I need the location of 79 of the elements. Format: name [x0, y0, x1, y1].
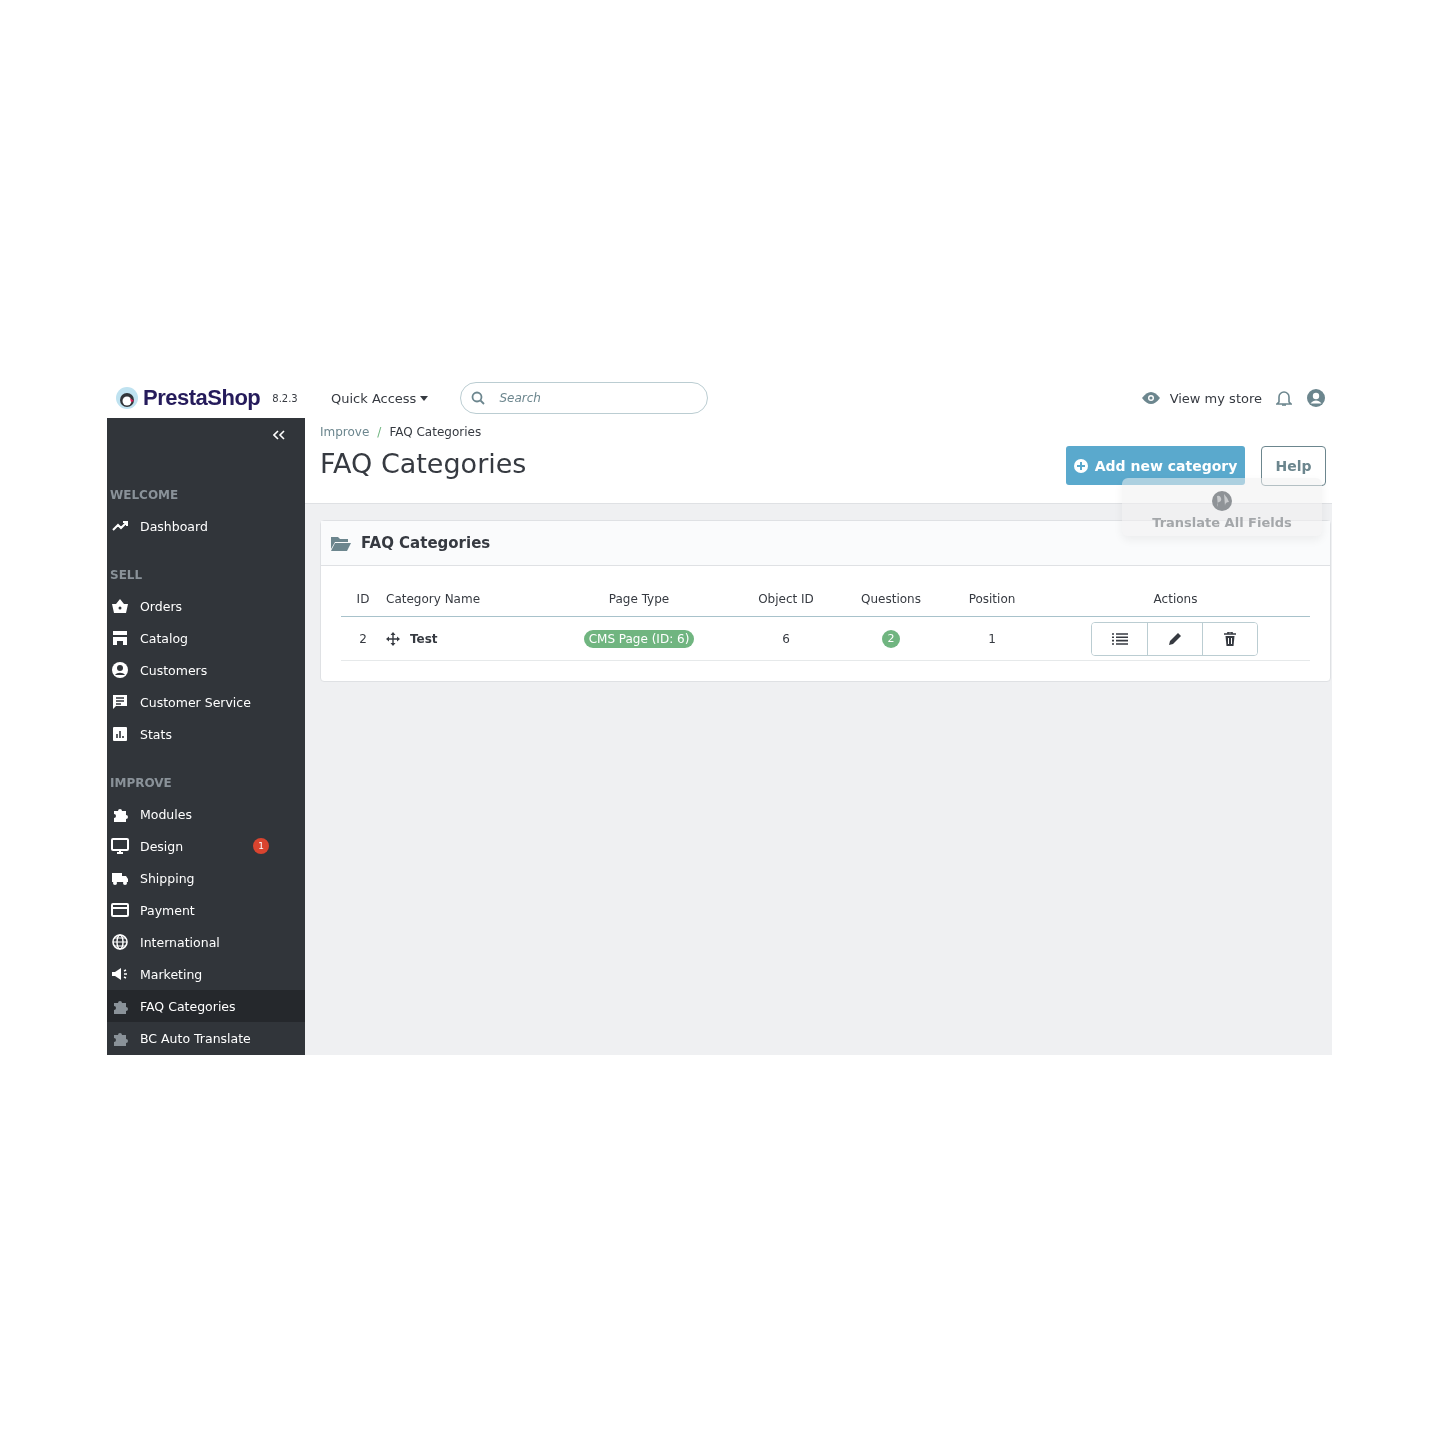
- user-icon: [111, 661, 129, 679]
- sidebar-label: Modules: [140, 806, 192, 822]
- search-icon: [471, 391, 486, 405]
- section-title: WELCOME: [110, 488, 179, 502]
- sidebar-item[interactable]: Design 1: [107, 830, 305, 862]
- store-icon: [111, 629, 129, 647]
- sidebar-item[interactable]: FAQ Categories: [107, 990, 305, 1022]
- translate-label: Translate All Fields: [1152, 515, 1292, 530]
- chart-icon: [111, 725, 129, 743]
- column-header: Questions: [861, 592, 921, 606]
- section-title: IMPROVE: [110, 776, 172, 790]
- breadcrumb-item: FAQ Categories: [389, 425, 482, 439]
- sidebar-item[interactable]: Orders: [107, 590, 305, 622]
- sidebar-item[interactable]: Customers: [107, 654, 305, 686]
- page-title: FAQ Categories: [320, 448, 527, 479]
- breadcrumb-separator: /: [377, 425, 382, 439]
- sidebar-label: Stats: [140, 726, 172, 742]
- table-cell: 6: [782, 631, 790, 646]
- delete-button[interactable]: [1202, 622, 1257, 655]
- sidebar-item[interactable]: Dashboard: [107, 510, 305, 542]
- sidebar-label: Shipping: [140, 870, 195, 886]
- megaphone-icon: [111, 965, 129, 983]
- folder-icon: [331, 535, 351, 551]
- column-header: Category Name: [386, 592, 481, 606]
- eye-icon: [1141, 392, 1160, 404]
- pencil-icon: [1168, 631, 1182, 646]
- sidebar-item[interactable]: Stats: [107, 718, 305, 750]
- version-label: 8.2.3: [272, 392, 298, 404]
- bell-icon[interactable]: [1276, 389, 1292, 407]
- panel-title: FAQ Categories: [361, 534, 491, 552]
- sidebar-item[interactable]: BC Auto Translate: [107, 1022, 305, 1054]
- sidebar-label: Design: [140, 838, 184, 854]
- column-header: Position: [968, 592, 1016, 606]
- sidebar-item[interactable]: Catalog: [107, 622, 305, 654]
- sidebar-item[interactable]: Marketing: [107, 958, 305, 990]
- sidebar-item[interactable]: Shipping: [107, 862, 305, 894]
- table-cell: 2: [359, 631, 367, 646]
- page-type-badge: CMS Page (ID: 6): [583, 629, 695, 648]
- trash-icon: [1224, 631, 1236, 646]
- basket-icon: [111, 597, 129, 615]
- sidebar-label: Marketing: [140, 966, 203, 982]
- sidebar-label: Customer Service: [140, 694, 251, 710]
- sidebar-label: Payment: [140, 902, 195, 918]
- plus-icon: [1073, 458, 1088, 473]
- sidebar-label: Customers: [140, 662, 208, 678]
- sidebar-label: Orders: [140, 598, 183, 614]
- sidebar-item[interactable]: Payment: [107, 894, 305, 926]
- table-cell: Test: [410, 631, 438, 646]
- sidebar-label: FAQ Categories: [140, 998, 236, 1014]
- sidebar-item[interactable]: International: [107, 926, 305, 958]
- collapse-icon[interactable]: [273, 430, 285, 440]
- monitor-icon: [111, 837, 129, 855]
- help-button[interactable]: Help: [1261, 446, 1326, 486]
- logo-text: PrestaShop: [143, 385, 261, 411]
- sidebar-label: Dashboard: [140, 518, 208, 534]
- notification-badge: 1: [253, 838, 269, 854]
- search-field[interactable]: Search: [460, 382, 709, 414]
- caret-icon: [420, 395, 429, 401]
- questions-badge: 2: [882, 629, 900, 648]
- logo-icon: [115, 386, 139, 410]
- column-header: Object ID: [758, 592, 814, 606]
- column-header: Actions: [1153, 592, 1198, 606]
- view-store-link[interactable]: View my store: [1141, 390, 1262, 406]
- chat-icon: [111, 693, 129, 711]
- breadcrumb-item[interactable]: Improve: [320, 425, 370, 439]
- sidebar-label: Catalog: [140, 630, 188, 646]
- user-icon[interactable]: [1306, 388, 1326, 408]
- section-title: SELL: [110, 568, 143, 582]
- sidebar-item[interactable]: Modules: [107, 798, 305, 830]
- list-icon: [1111, 632, 1128, 645]
- move-icon[interactable]: [386, 631, 400, 646]
- sidebar-label: BC Auto Translate: [140, 1030, 251, 1046]
- column-header: Page Type: [608, 592, 670, 606]
- table-cell: 1: [988, 631, 996, 646]
- column-header: ID: [356, 592, 370, 606]
- sidebar-item[interactable]: Customer Service: [107, 686, 305, 718]
- quick-access-menu[interactable]: Quick Access: [331, 390, 429, 406]
- card-icon: [111, 901, 129, 919]
- sidebar-label: International: [140, 934, 220, 950]
